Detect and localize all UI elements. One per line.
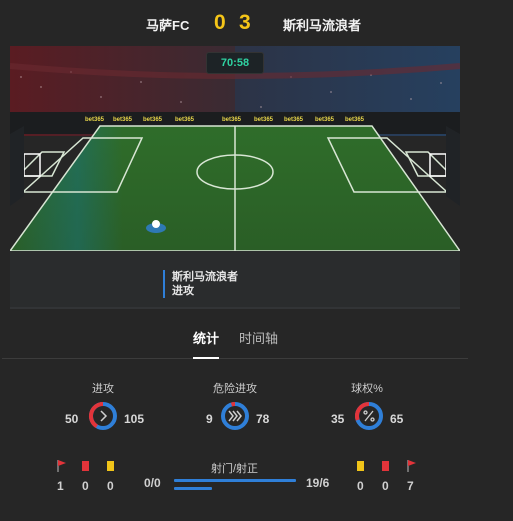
stat-possession-home: 35 — [331, 412, 345, 426]
svg-text:bet365: bet365 — [113, 117, 133, 123]
stat-possession-away: 65 — [390, 412, 404, 426]
possession-ring — [355, 402, 383, 430]
svg-text:bet365: bet365 — [345, 117, 365, 123]
red-card-icon — [382, 461, 389, 471]
tab-stats[interactable]: 统计 — [193, 328, 219, 347]
corner-flag-icon — [407, 460, 416, 472]
corner-flag-icon — [57, 460, 66, 472]
away-corners: 7 — [407, 479, 414, 493]
tab-divider — [2, 358, 468, 359]
stat-attacks-label: 进攻 — [92, 383, 114, 395]
home-yellow-cards: 0 — [107, 479, 114, 493]
stat-possession-label: 球权% — [351, 383, 383, 395]
event-team: 斯利马流浪者 — [172, 271, 238, 283]
match-header: 马萨FC 0 3 斯利马流浪者 — [0, 0, 470, 46]
triple-chevron-icon — [228, 410, 242, 422]
away-team-name: 斯利马流浪者 — [283, 18, 362, 33]
event-caption: 斯利马流浪者 进攻 — [163, 270, 238, 298]
away-yellow-cards: 0 — [357, 479, 364, 493]
home-corners: 1 — [57, 479, 64, 493]
home-team-name: 马萨FC — [146, 18, 190, 33]
tab-bar: 统计 时间轴 — [0, 310, 470, 360]
home-red-cards: 0 — [82, 479, 89, 493]
svg-text:bet365: bet365 — [254, 117, 274, 123]
attacks-ring — [89, 401, 117, 430]
away-shots: 19/6 — [306, 476, 330, 490]
svg-text:bet365: bet365 — [175, 117, 195, 123]
attack-arrow-icon — [100, 410, 108, 422]
svg-text:bet365: bet365 — [315, 117, 335, 123]
svg-text:bet365: bet365 — [85, 117, 105, 123]
home-shots: 0/0 — [144, 476, 161, 490]
away-red-cards: 0 — [382, 479, 389, 493]
shots-on-target-bar — [174, 487, 212, 490]
yellow-card-icon — [107, 461, 114, 471]
dangerous-attacks-ring — [221, 402, 249, 430]
yellow-card-icon — [357, 461, 364, 471]
svg-text:bet365: bet365 — [284, 117, 304, 123]
event-action: 进攻 — [172, 285, 194, 297]
shots-label: 射门/射正 — [211, 463, 259, 475]
match-tracker-pitch: bet365 bet365 bet365 bet365 bet365 bet365 be… — [10, 46, 460, 309]
stat-dangerous-away: 78 — [256, 412, 270, 426]
svg-text:bet365: bet365 — [143, 117, 163, 123]
tab-timeline[interactable]: 时间轴 — [239, 328, 278, 347]
shots-bar — [174, 479, 296, 482]
percent-icon — [363, 410, 375, 422]
svg-text:bet365: bet365 — [222, 117, 242, 123]
match-clock: 70:58 — [206, 52, 264, 74]
away-score: 3 — [239, 11, 251, 34]
home-score: 0 — [214, 11, 226, 34]
stat-dangerous-attacks-label: 危险进攻 — [213, 383, 257, 395]
stat-attacks-away: 105 — [124, 412, 145, 426]
red-card-icon — [82, 461, 89, 471]
stat-attacks-home: 50 — [65, 412, 79, 426]
active-tab-indicator — [193, 357, 219, 359]
stat-dangerous-home: 9 — [206, 412, 213, 426]
